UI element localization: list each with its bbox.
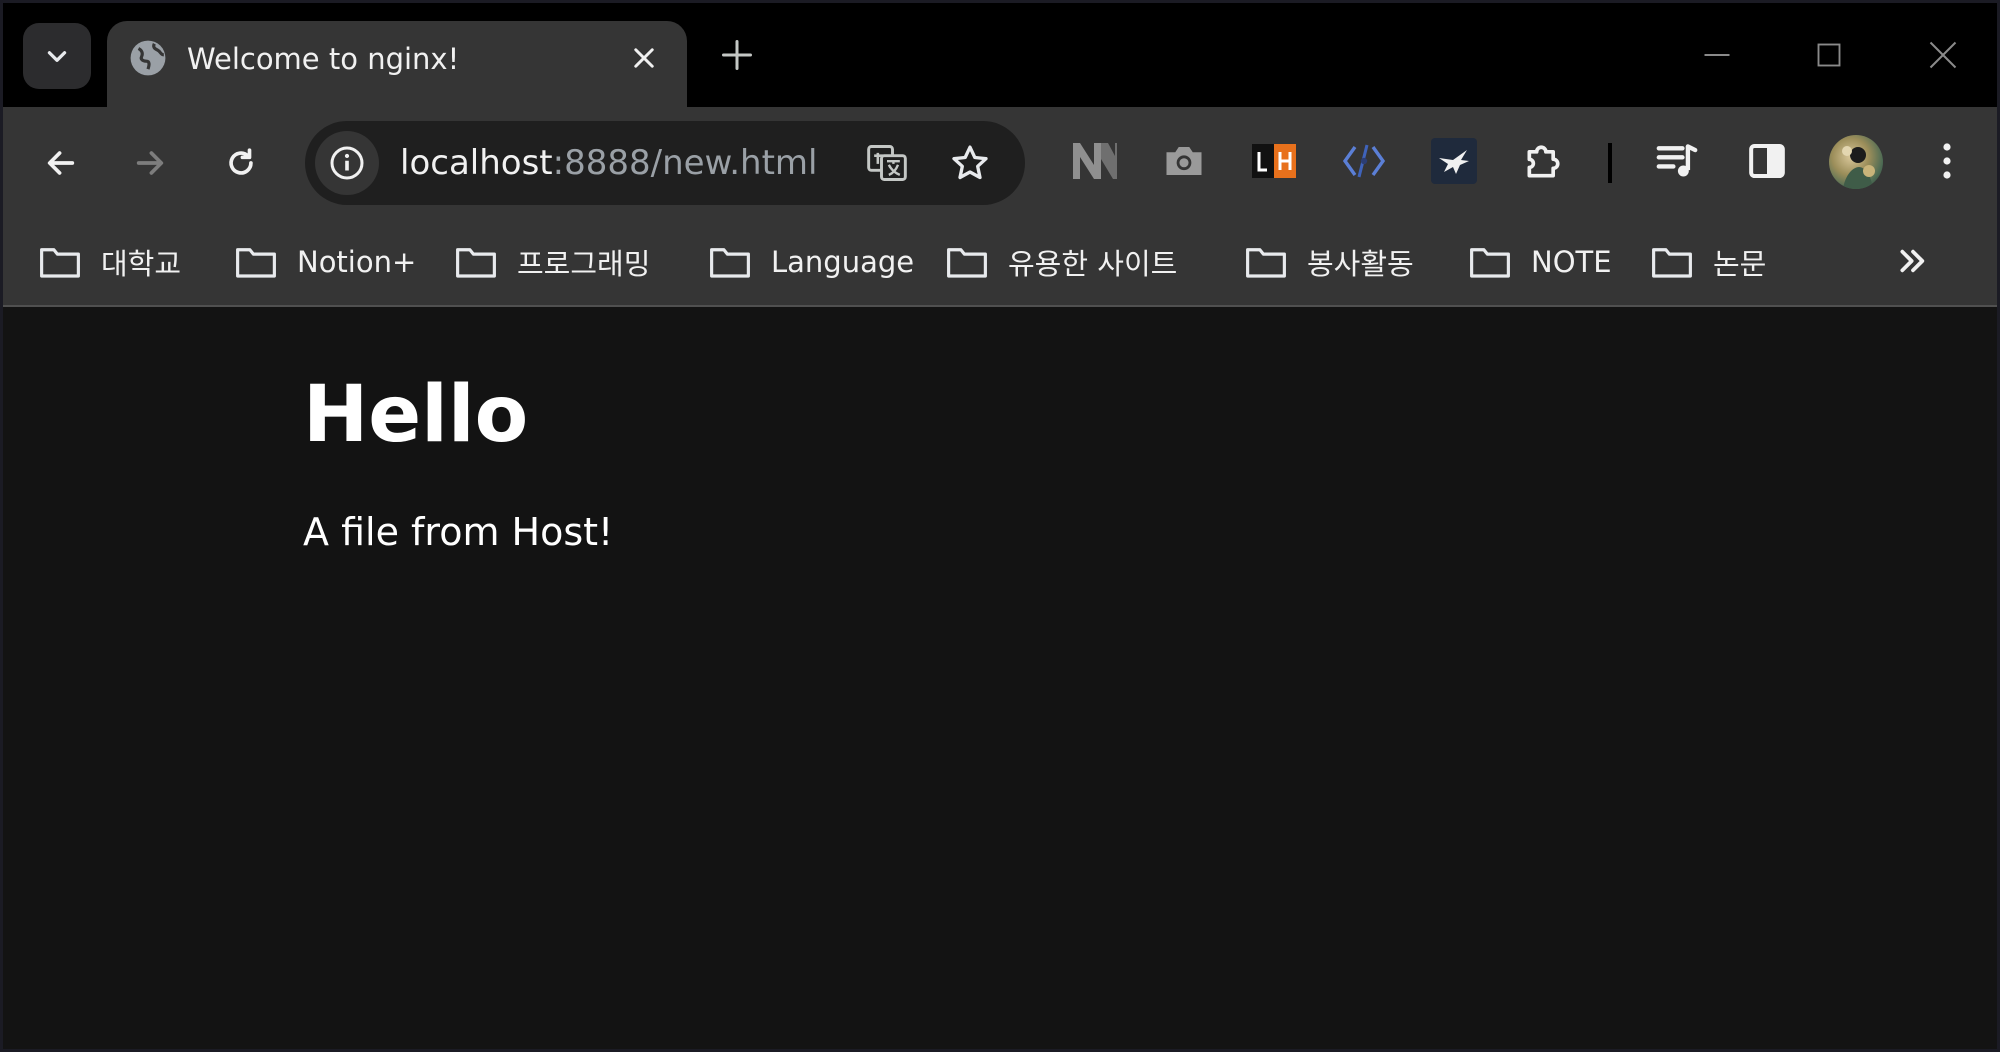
bookmark-folder-programming[interactable]: 프로그래밍 [455,235,650,289]
page-paragraph: A file from Host! [303,510,614,554]
chrome-menu-button[interactable] [1921,135,1973,187]
extension-n-button[interactable] [1068,135,1120,187]
bookmark-folder-useful-sites[interactable]: 유용한 사이트 [946,235,1177,289]
folder-icon [236,248,276,278]
globe-icon [130,40,166,76]
toolbar-separator [1608,143,1612,183]
folder-icon [947,248,987,278]
code-brackets-icon [1342,144,1386,178]
reload-button[interactable] [213,135,269,191]
extensions-menu-button[interactable] [1518,135,1570,187]
arrow-right-icon [136,151,164,175]
url-host: localhost [400,143,553,183]
bookmarks-bar: 대학교 Notion+ 프로그래밍 Language 유용한 사이트 봉사활동 … [3,221,1997,307]
maximize-button[interactable] [1807,33,1851,77]
active-tab[interactable]: Welcome to nginx! [107,21,687,107]
folder-icon [1652,248,1692,278]
minimize-button[interactable] [1695,33,1739,77]
bookmark-folder-university[interactable]: 대학교 [39,235,181,289]
extension-devtools-button[interactable] [1338,135,1390,187]
extension-lighthouse-button[interactable] [1248,135,1300,187]
folder-icon [1246,248,1286,278]
tab-title: Welcome to nginx! [187,42,460,76]
n-logo-icon [1073,143,1117,179]
url-text[interactable]: localhost:8888/new.html [400,121,817,205]
bookmark-label: NOTE [1531,245,1612,279]
bookmark-label: 프로그래밍 [517,247,651,281]
double-chevron-right-icon [1900,249,1925,273]
reload-icon [229,148,253,175]
lh-logo-icon [1252,144,1296,178]
forward-button[interactable] [122,135,178,191]
bookmark-folder-language[interactable]: Language [709,235,914,289]
more-vert-icon [1943,143,1951,179]
chevron-down-icon [47,51,67,62]
bookmark-folder-notion[interactable]: Notion+ [235,235,416,289]
bookmark-folder-note[interactable]: NOTE [1469,235,1612,289]
extension-bird-button[interactable] [1428,135,1480,187]
bookmarks-overflow-button[interactable] [1891,239,1935,283]
maximize-icon [1817,43,1841,67]
side-panel-icon [1749,144,1785,178]
plus-icon [722,40,752,70]
page-viewport: Hello A file from Host! [3,307,1997,1049]
bookmark-label: 봉사활동 [1307,247,1414,281]
browser-window: Welcome to nginx! localhost:8888/new.htm… [0,0,2000,1052]
tab-close-button[interactable] [627,41,661,75]
playlist-music-icon [1656,144,1698,177]
folder-icon [710,248,750,278]
folder-icon [456,248,496,278]
bookmark-label: 유용한 사이트 [1008,247,1178,281]
hummingbird-icon [1431,138,1477,184]
bookmark-label: Language [771,245,915,279]
arrow-left-icon [47,151,75,175]
folder-icon [40,248,80,278]
navigation-toolbar: localhost:8888/new.html [3,107,1997,221]
bookmark-folder-papers[interactable]: 논문 [1651,235,1766,289]
side-panel-button[interactable] [1741,135,1793,187]
url-path: :8888/new.html [552,143,818,183]
tab-search-button[interactable] [23,23,91,89]
new-tab-button[interactable] [719,37,755,73]
minimize-icon [1704,54,1730,56]
avatar-image-icon [1842,146,1875,189]
close-icon [1929,41,1957,69]
bookmark-label: 대학교 [101,247,182,281]
window-close-button[interactable] [1921,33,1965,77]
tab-strip: Welcome to nginx! [3,3,1997,107]
media-control-button[interactable] [1651,135,1703,187]
site-info-button[interactable] [315,131,379,195]
page-heading: Hello [303,370,529,460]
back-button[interactable] [33,135,89,191]
folder-icon [1470,248,1510,278]
bookmark-star-button[interactable] [946,139,994,187]
extension-camera-button[interactable] [1158,135,1210,187]
star-icon [952,145,988,180]
bookmark-label: Notion+ [297,245,417,279]
info-icon [330,146,364,180]
bookmark-label: 논문 [1713,247,1767,281]
camera-icon [1166,147,1202,175]
profile-avatar[interactable] [1829,135,1883,189]
translate-button[interactable] [863,139,911,187]
translate-icon [867,145,907,181]
bookmark-folder-volunteer[interactable]: 봉사활동 [1245,235,1414,289]
close-icon [634,48,654,68]
puzzle-icon [1527,145,1560,178]
address-bar[interactable]: localhost:8888/new.html [305,121,1025,205]
